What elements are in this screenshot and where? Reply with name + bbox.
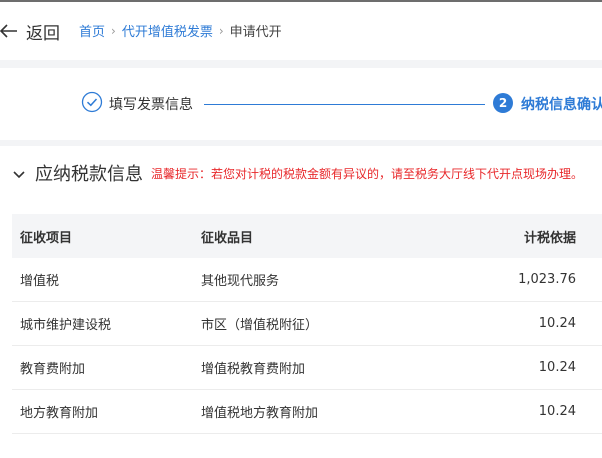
- divider: [0, 140, 602, 146]
- table-row: 教育费附加 增值税教育费附加 10.24: [12, 345, 602, 390]
- step-connector: [204, 104, 485, 105]
- table-cell: 10.24: [489, 389, 602, 434]
- step-1-label: 填写发票信息: [109, 97, 193, 113]
- page-header: 返回 首页 › 代开增值税发票 › 申请代开: [0, 2, 602, 60]
- divider: [0, 60, 602, 68]
- breadcrumb-invoice[interactable]: 代开增值税发票: [122, 21, 213, 40]
- breadcrumb-home[interactable]: 首页: [79, 21, 105, 40]
- table-row: 增值税 其他现代服务 1,023.76: [12, 258, 602, 302]
- table-cell: 增值税: [12, 258, 193, 302]
- breadcrumb-current: 申请代开: [229, 25, 282, 40]
- table-cell: 其他现代服务: [193, 258, 489, 302]
- back-button[interactable]: 返回: [0, 18, 60, 44]
- table-cell: 1,023.76: [489, 258, 602, 302]
- table-cell: 地方教育附加: [12, 389, 193, 434]
- step-2-label: 纳税信息确认: [521, 97, 602, 113]
- table-cell: 增值税教育费附加: [193, 345, 489, 390]
- table-header-row: 征收项目 征收品目 计税依据: [12, 214, 602, 258]
- column-header: 征收项目: [12, 214, 193, 258]
- table-row: 城市维护建设税 市区（增值税附征） 10.24: [12, 301, 602, 346]
- chevron-down-icon[interactable]: [13, 164, 25, 183]
- table-cell: 市区（增值税附征）: [193, 301, 489, 346]
- tax-table: 征收项目 征收品目 计税依据 增值税 其他现代服务 1,023.76 城市维护建…: [12, 214, 602, 434]
- table-cell: 教育费附加: [12, 345, 193, 390]
- table-cell: 城市维护建设税: [12, 301, 193, 346]
- table-cell: 增值税地方教育附加: [193, 389, 489, 434]
- table-row: 地方教育附加 增值税地方教育附加 10.24: [12, 389, 602, 434]
- arrow-left-icon: [0, 24, 18, 38]
- breadcrumb: 首页 › 代开增值税发票 › 申请代开: [79, 21, 282, 41]
- column-header: 征收品目: [193, 214, 489, 258]
- check-circle-icon: [81, 91, 103, 117]
- breadcrumb-separator: ›: [218, 23, 224, 38]
- back-label: 返回: [26, 23, 60, 44]
- warning-notice: 温馨提示：若您对计税的税款金额有异议的，请至税务大厅线下代开点现场办理。: [151, 166, 584, 181]
- section-header: 应纳税款信息 温馨提示：若您对计税的税款金额有异议的，请至税务大厅线下代开点现场…: [13, 160, 583, 186]
- section-title: 应纳税款信息: [35, 164, 143, 185]
- step-progress: 填写发票信息 2 纳税信息确认: [0, 68, 602, 140]
- column-header: 计税依据: [489, 214, 602, 258]
- table-cell: 10.24: [489, 301, 602, 346]
- breadcrumb-separator: ›: [111, 23, 116, 38]
- table-cell: 10.24: [489, 345, 602, 390]
- step-2-number: 2: [493, 93, 513, 113]
